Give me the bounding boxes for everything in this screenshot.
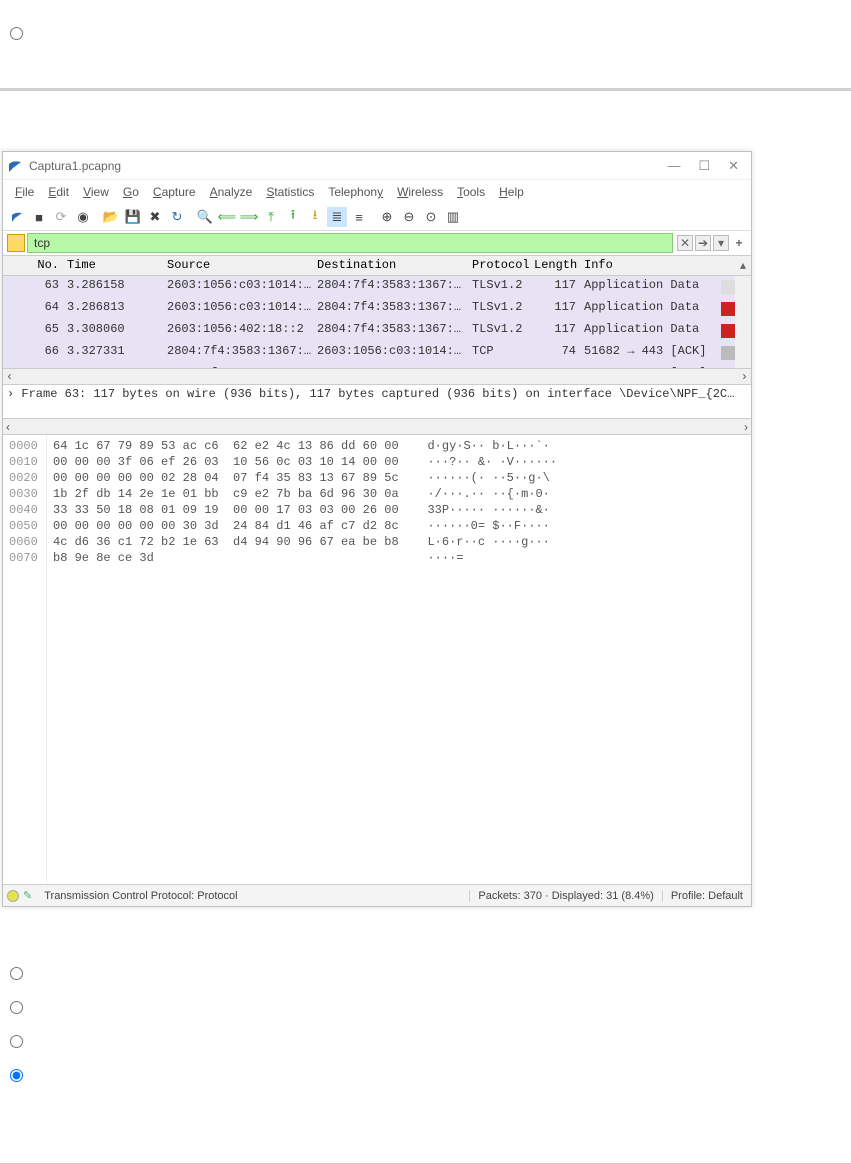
menu-help[interactable]: Help <box>493 183 530 201</box>
filter-bar: ✕ ➔ ▾ + <box>3 231 751 256</box>
add-filter-button-icon[interactable]: + <box>731 235 747 251</box>
zoom-in-icon[interactable]: ⊕ <box>377 207 397 227</box>
packet-row[interactable]: 653.3080602603:1056:402:18::22804:7f4:35… <box>3 320 751 342</box>
wireshark-fin-icon <box>7 158 23 174</box>
open-file-icon[interactable]: 📂 <box>101 207 121 227</box>
option-radio-3[interactable] <box>10 1035 23 1048</box>
status-profile[interactable]: Profile: Default <box>662 890 751 902</box>
save-file-icon[interactable]: 💾 <box>123 207 143 227</box>
menu-statistics[interactable]: Statistics <box>260 183 320 201</box>
packet-list: No. Time Source Destination Protocol Len… <box>3 256 751 384</box>
menu-wireless[interactable]: Wireless <box>391 183 449 201</box>
close-file-icon[interactable]: ✖ <box>145 207 165 227</box>
expert-info-led-icon[interactable] <box>7 890 19 902</box>
packet-list-hscroll[interactable]: ‹ › <box>3 368 751 384</box>
col-header-source[interactable]: Source <box>163 256 313 275</box>
col-header-destination[interactable]: Destination <box>313 256 468 275</box>
packet-row[interactable]: 643.2868132603:1056:c03:1014:…2804:7f4:3… <box>3 298 751 320</box>
menu-file[interactable]: File <box>9 183 40 201</box>
hscroll-left-icon[interactable]: ‹ <box>6 370 13 384</box>
packet-row[interactable]: 673.3273312804:7f4:3583:1367:…2603:1056:… <box>3 364 751 368</box>
section-divider-bottom <box>0 1163 851 1164</box>
edit-annotate-icon[interactable]: ✎ <box>23 889 32 902</box>
go-first-icon[interactable]: ⭱ <box>283 207 303 227</box>
go-to-packet-icon[interactable]: ⤒ <box>261 207 281 227</box>
restart-capture-icon[interactable]: ⟳ <box>51 207 71 227</box>
minimize-button[interactable]: — <box>667 158 680 174</box>
col-header-no[interactable]: No. <box>3 256 63 275</box>
menu-view[interactable]: View <box>77 183 115 201</box>
toolbar: ■ ⟳ ◉ 📂 💾 ✖ ↻ 🔍 ⟸ ⟹ ⤒ ⭱ ⭳ ≣ ≡ ⊕ ⊖ ⊙ ▥ <box>3 204 751 231</box>
clear-filter-icon[interactable]: ✕ <box>677 235 693 251</box>
menu-capture[interactable]: Capture <box>147 183 202 201</box>
stop-capture-icon[interactable]: ■ <box>29 207 49 227</box>
packet-list-header: No. Time Source Destination Protocol Len… <box>3 256 751 276</box>
go-last-icon[interactable]: ⭳ <box>305 207 325 227</box>
section-divider-top <box>0 88 851 91</box>
wireshark-window: Captura1.pcapng — ☐ ✕ File Edit View Go … <box>2 151 752 907</box>
zoom-out-icon[interactable]: ⊖ <box>399 207 419 227</box>
col-header-length[interactable]: Length <box>530 256 580 275</box>
col-header-info[interactable]: Info <box>580 256 717 275</box>
col-header-protocol[interactable]: Protocol <box>468 256 530 275</box>
menu-tools[interactable]: Tools <box>451 183 491 201</box>
frame-summary-line: Frame 63: 117 bytes on wire (936 bits), … <box>21 387 734 401</box>
menu-edit[interactable]: Edit <box>42 183 75 201</box>
filter-bookmark-icon[interactable] <box>7 234 25 252</box>
maximize-button[interactable]: ☐ <box>698 158 710 174</box>
menu-go[interactable]: Go <box>117 183 145 201</box>
option-radio-top[interactable] <box>10 27 23 40</box>
hscroll-right-icon[interactable]: › <box>741 370 748 384</box>
hscroll-right-icon[interactable]: › <box>744 420 748 434</box>
details-hscroll[interactable]: ‹ › <box>3 418 751 434</box>
hex-pane[interactable]: 00000010002000300040005000600070 64 1c 6… <box>3 434 751 884</box>
reload-icon[interactable]: ↻ <box>167 207 187 227</box>
vscroll-up-icon[interactable]: ▴ <box>735 256 751 275</box>
menu-analyze[interactable]: Analyze <box>204 183 259 201</box>
go-forward-icon[interactable]: ⟹ <box>239 207 259 227</box>
option-radio-4[interactable] <box>10 1069 23 1082</box>
apply-filter-icon[interactable]: ➔ <box>695 235 711 251</box>
status-field-text: Transmission Control Protocol: Protocol <box>40 890 469 902</box>
resize-columns-icon[interactable]: ▥ <box>443 207 463 227</box>
colorize-icon[interactable]: ≡ <box>349 207 369 227</box>
col-header-time[interactable]: Time <box>63 256 163 275</box>
display-filter-input[interactable] <box>27 233 673 253</box>
filter-dropdown-icon[interactable]: ▾ <box>713 235 729 251</box>
menubar: File Edit View Go Capture Analyze Statis… <box>3 180 751 204</box>
menu-telephony[interactable]: Telephony <box>322 183 389 201</box>
window-title: Captura1.pcapng <box>29 159 667 173</box>
packet-row[interactable]: 663.3273312804:7f4:3583:1367:…2603:1056:… <box>3 342 751 364</box>
option-radio-1[interactable] <box>10 967 23 980</box>
status-packets: Packets: 370 · Displayed: 31 (8.4%) <box>469 890 661 902</box>
option-radio-2[interactable] <box>10 1001 23 1014</box>
find-icon[interactable]: 🔍 <box>195 207 215 227</box>
packet-row[interactable]: 633.2861582603:1056:c03:1014:…2804:7f4:3… <box>3 276 751 298</box>
zoom-reset-icon[interactable]: ⊙ <box>421 207 441 227</box>
statusbar: ✎ Transmission Control Protocol: Protoco… <box>3 884 751 906</box>
hscroll-left-icon[interactable]: ‹ <box>6 420 10 434</box>
auto-scroll-icon[interactable]: ≣ <box>327 207 347 227</box>
start-capture-icon[interactable] <box>7 207 27 227</box>
packet-details-pane[interactable]: › Frame 63: 117 bytes on wire (936 bits)… <box>3 384 751 418</box>
titlebar: Captura1.pcapng — ☐ ✕ <box>3 152 751 180</box>
close-button[interactable]: ✕ <box>728 158 739 174</box>
go-back-icon[interactable]: ⟸ <box>217 207 237 227</box>
capture-options-icon[interactable]: ◉ <box>73 207 93 227</box>
